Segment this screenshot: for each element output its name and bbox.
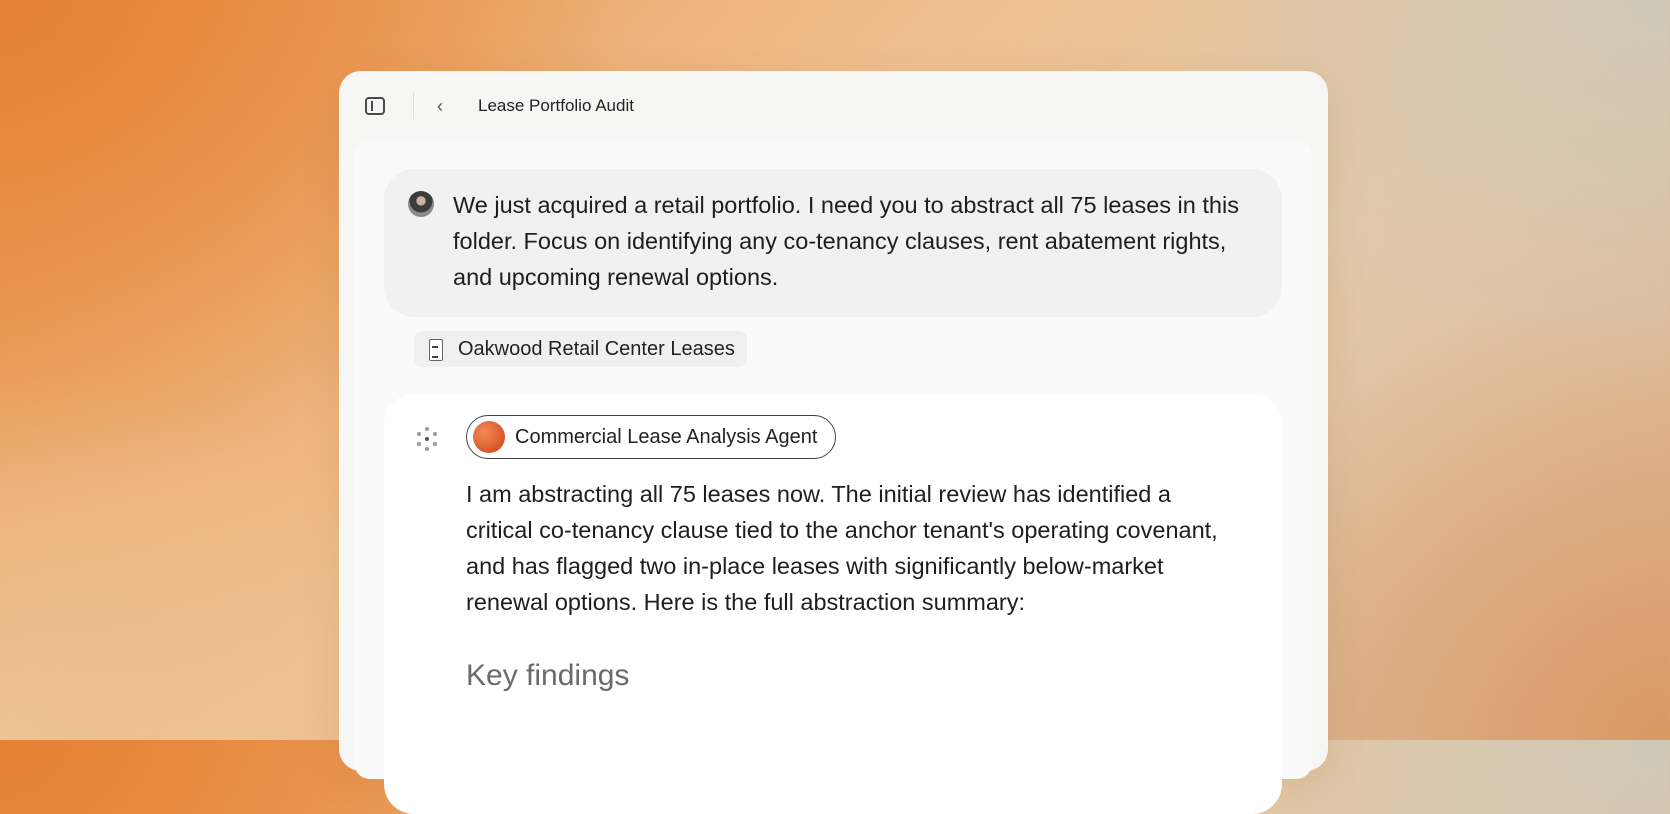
chevron-left-icon[interactable]: ‹: [431, 97, 449, 115]
attachment-chip[interactable]: Oakwood Retail Center Leases: [414, 331, 747, 367]
agent-message-text: I am abstracting all 75 leases now. The …: [466, 481, 1218, 615]
page-title: Lease Portfolio Audit: [478, 96, 634, 115]
conversation-panel: We just acquired a retail portfolio. I n…: [354, 139, 1312, 814]
toolbar-divider: [413, 93, 414, 119]
user-message: We just acquired a retail portfolio. I n…: [384, 169, 1282, 317]
agent-name: Commercial Lease Analysis Agent: [515, 425, 818, 448]
agent-badge[interactable]: Commercial Lease Analysis Agent: [466, 415, 837, 459]
document-icon: [426, 336, 444, 362]
section-heading: Key findings: [466, 659, 630, 692]
avatar: [408, 191, 434, 217]
attachment-label: Oakwood Retail Center Leases: [458, 337, 735, 360]
agent-logo-icon: [473, 421, 505, 453]
user-message-text: We just acquired a retail portfolio. I n…: [453, 192, 1239, 290]
sparkle-dots-icon: [414, 426, 440, 452]
app-window: ‹ Lease Portfolio Audit We just acquired…: [339, 71, 1328, 814]
sidebar-toggle-icon[interactable]: [365, 97, 385, 115]
agent-response: Commercial Lease Analysis Agent I am abs…: [384, 394, 1282, 814]
title-bar: ‹ Lease Portfolio Audit: [339, 71, 1328, 139]
